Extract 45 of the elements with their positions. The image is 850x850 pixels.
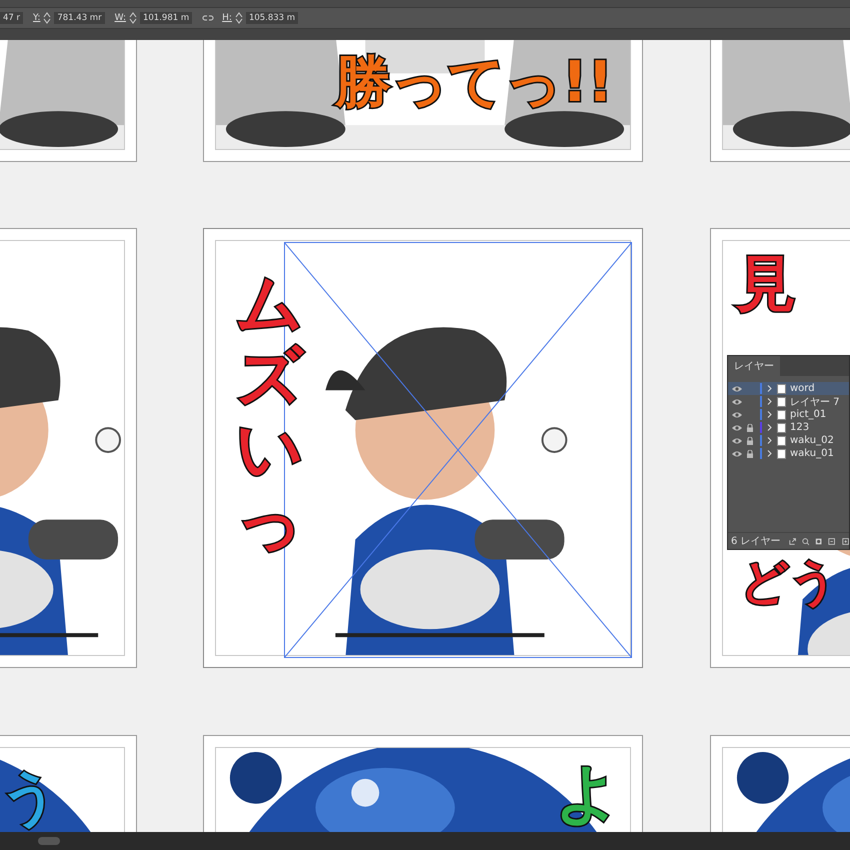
lettering-text: 見: [736, 254, 796, 314]
field-label: W:: [114, 13, 126, 23]
eye-icon[interactable]: [732, 436, 742, 444]
eye-icon[interactable]: [732, 450, 742, 458]
stepper-icon[interactable]: [43, 12, 52, 24]
field-label: H:: [222, 13, 232, 23]
layer-count: 6 レイヤー: [731, 535, 781, 548]
layer-name: レイヤー 7: [790, 396, 840, 408]
layer-row[interactable]: word: [728, 382, 849, 395]
lettering-text: どう: [740, 558, 838, 606]
layer-row[interactable]: waku_02: [728, 434, 849, 447]
search-icon[interactable]: [802, 536, 810, 546]
layer-row[interactable]: waku_01: [728, 447, 849, 460]
lettering-text: よ: [555, 762, 621, 826]
export-icon[interactable]: [788, 536, 796, 546]
lettering-text: 勝ってっ!!: [335, 55, 614, 111]
eye-icon[interactable]: [732, 424, 742, 432]
link-icon[interactable]: [202, 14, 214, 22]
eye-icon[interactable]: [732, 384, 742, 392]
panel-tab[interactable]: レイヤー: [728, 356, 780, 376]
eye-icon[interactable]: [732, 398, 742, 406]
lock-icon[interactable]: [745, 450, 755, 458]
value-field[interactable]: 47 r: [0, 12, 24, 24]
layer-name: word: [790, 383, 815, 394]
value-field[interactable]: 101.981 m: [140, 12, 192, 24]
scrollbar[interactable]: [0, 832, 850, 850]
new-layer-icon[interactable]: [842, 536, 850, 546]
mask-icon[interactable]: [815, 536, 822, 546]
layer-name: waku_02: [790, 435, 834, 446]
sublayer-icon[interactable]: [828, 536, 836, 546]
stepper-icon[interactable]: [234, 12, 243, 24]
eye-icon[interactable]: [732, 410, 742, 418]
layer-row[interactable]: レイヤー 7: [728, 395, 849, 408]
lock-icon[interactable]: [745, 436, 755, 444]
layer-row[interactable]: pict_01: [728, 408, 849, 421]
layer-name: pict_01: [790, 409, 826, 420]
value-field[interactable]: 781.43 mr: [54, 12, 105, 24]
layer-row[interactable]: 123: [728, 421, 849, 434]
value-field[interactable]: 105.833 m: [246, 12, 298, 24]
lock-icon[interactable]: [745, 424, 755, 432]
layer-name: 123: [790, 422, 810, 433]
field-label: Y:: [33, 13, 40, 23]
scrollbar-thumb[interactable]: [38, 837, 60, 845]
stepper-icon[interactable]: [128, 12, 137, 24]
layer-name: waku_01: [790, 448, 834, 459]
